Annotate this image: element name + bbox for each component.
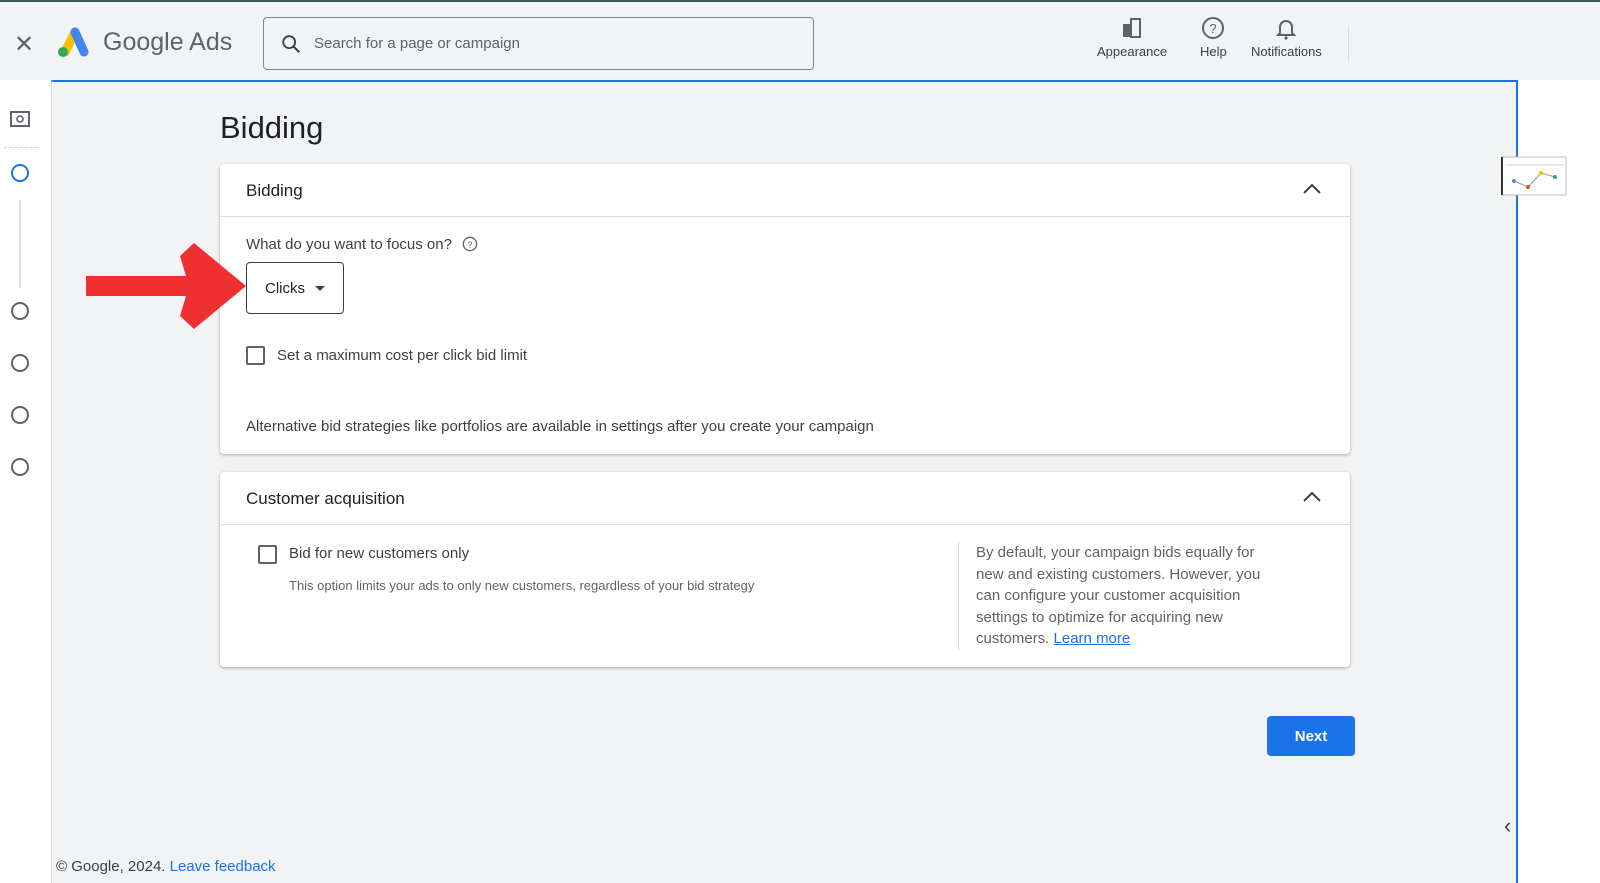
search-input[interactable]: Search for a page or campaign	[263, 17, 814, 70]
max-cpc-checkbox[interactable]	[246, 346, 265, 365]
google-ads-logo	[58, 27, 89, 57]
customer-card-header[interactable]: Customer acquisition	[220, 472, 1350, 525]
appearance-button[interactable]: Appearance	[1097, 16, 1167, 59]
svg-text:?: ?	[468, 239, 473, 249]
step-item[interactable]	[11, 354, 29, 372]
help-label: Help	[1200, 44, 1227, 59]
notifications-button[interactable]: Notifications	[1251, 16, 1322, 59]
chevron-up-icon[interactable]	[1302, 182, 1322, 196]
focus-value: Clicks	[265, 279, 305, 297]
svg-text:?: ?	[1210, 21, 1217, 36]
focus-label: What do you want to focus on? ?	[246, 236, 478, 253]
step-item[interactable]	[11, 406, 29, 424]
help-button[interactable]: ? Help	[1200, 16, 1227, 59]
learn-more-link[interactable]: Learn more	[1054, 630, 1131, 647]
bidding-card-header[interactable]: Bidding	[220, 164, 1350, 217]
leave-feedback-link[interactable]: Leave feedback	[170, 858, 276, 875]
bidding-card: Bidding What do you want to focus on? ? …	[220, 164, 1350, 454]
main-content: Bidding Bidding What do you want to focu…	[51, 80, 1518, 883]
new-customers-checkbox[interactable]	[258, 545, 277, 564]
header-divider	[1348, 26, 1349, 62]
footer: © Google, 2024. Leave feedback	[56, 858, 276, 875]
max-cpc-label: Set a maximum cost per click bid limit	[277, 347, 528, 364]
rail-divider	[4, 147, 38, 148]
new-customers-desc: This option limits your ads to only new …	[289, 578, 755, 593]
appearance-label: Appearance	[1097, 44, 1168, 59]
bidding-card-title: Bidding	[246, 181, 303, 200]
preview-icon[interactable]	[10, 111, 30, 127]
dropdown-caret-icon	[315, 285, 325, 291]
focus-dropdown[interactable]: Clicks	[246, 262, 344, 314]
new-customers-label: Bid for new customers only	[289, 545, 470, 562]
close-icon[interactable]: ✕	[14, 30, 34, 59]
customer-acquisition-card: Customer acquisition Bid for new custome…	[220, 472, 1350, 667]
brand-name: Google Ads	[103, 28, 233, 56]
chevron-left-icon[interactable]: ‹	[1504, 813, 1511, 839]
next-button[interactable]: Next	[1267, 716, 1355, 756]
step-current[interactable]	[11, 164, 29, 182]
chart-thumbnail-icon[interactable]	[1500, 156, 1568, 196]
customer-card-title: Customer acquisition	[246, 489, 405, 508]
search-placeholder: Search for a page or campaign	[314, 35, 520, 52]
appearance-icon	[1123, 18, 1142, 38]
step-item[interactable]	[11, 302, 29, 320]
header: ✕ Google Ads Search for a page or campai…	[0, 2, 1600, 80]
notifications-label: Notifications	[1251, 44, 1322, 59]
chevron-up-icon[interactable]	[1302, 490, 1322, 504]
step-item[interactable]	[11, 458, 29, 476]
red-arrow-annotation	[86, 243, 246, 329]
card-divider	[958, 542, 959, 650]
help-icon: ?	[1202, 17, 1225, 39]
step-line	[19, 200, 21, 288]
page-title: Bidding	[220, 110, 324, 145]
step-rail	[0, 80, 51, 883]
customer-info: By default, your campaign bids equally f…	[976, 544, 1261, 647]
search-icon	[282, 34, 300, 53]
help-icon[interactable]: ?	[462, 236, 478, 252]
bidding-note: Alternative bid strategies like portfoli…	[246, 418, 874, 435]
bell-icon	[1275, 20, 1297, 40]
right-rail: ‹	[1501, 80, 1600, 883]
